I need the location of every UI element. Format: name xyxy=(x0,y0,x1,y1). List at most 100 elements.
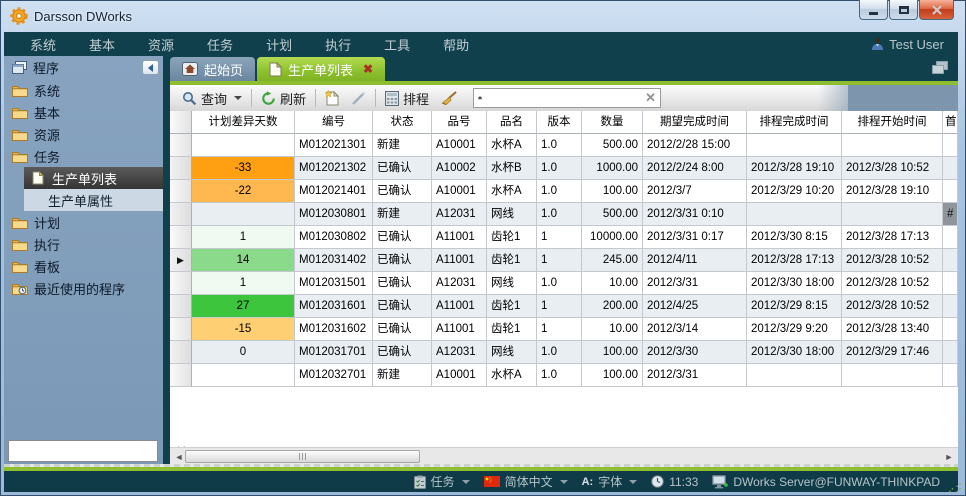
folder-icon xyxy=(11,128,28,141)
language-menu[interactable]: 简体中文 xyxy=(484,473,568,490)
toolbar-separator xyxy=(251,89,252,107)
minimize-button[interactable] xyxy=(859,0,888,20)
table-row[interactable]: -15M012031602已确认A11001齿轮1110.002012/3/14… xyxy=(170,318,958,341)
tab-close-icon[interactable]: ✖ xyxy=(363,62,373,76)
cell-status: 新建 xyxy=(373,203,432,226)
font-label: 字体 xyxy=(598,473,622,490)
menu-item-2[interactable]: 资源 xyxy=(136,32,186,57)
column-header-name[interactable]: 品名 xyxy=(487,111,537,134)
scrollbar-thumb[interactable] xyxy=(185,450,420,463)
menu-item-0[interactable]: 系统 xyxy=(18,32,68,57)
new-button[interactable] xyxy=(319,88,345,108)
status-bar: 任务 简体中文 A: 字体 11:33 xyxy=(4,471,958,492)
column-header-sched_end[interactable]: 排程完成时间 xyxy=(747,111,842,134)
maximize-button[interactable] xyxy=(889,0,918,20)
sidebar-item-9[interactable]: 最近使用的程序 xyxy=(4,277,163,299)
sidebar-item-0[interactable]: 系统 xyxy=(4,79,163,101)
column-header-status[interactable]: 状态 xyxy=(373,111,432,134)
sidebar-item-2[interactable]: 资源 xyxy=(4,123,163,145)
sidebar-item-8[interactable]: 看板 xyxy=(4,255,163,277)
table-row[interactable]: 0M012031701已确认A12031网线1.0100.002012/3/30… xyxy=(170,341,958,364)
status-time: 11:33 xyxy=(669,475,698,489)
cell-diff: 1 xyxy=(192,272,295,295)
menu-item-3[interactable]: 任务 xyxy=(195,32,245,57)
table-row[interactable]: -22M012021401已确认A10001水杯A1.0100.002012/3… xyxy=(170,180,958,203)
clean-button[interactable] xyxy=(435,89,463,108)
scroll-left-icon[interactable]: ◄ xyxy=(172,450,186,463)
cell-no: M012030801 xyxy=(295,203,373,226)
menu-item-6[interactable]: 工具 xyxy=(372,32,422,57)
pencil-icon xyxy=(351,91,366,106)
cell-qty: 1000.00 xyxy=(582,157,643,180)
window-list-icon[interactable] xyxy=(932,61,948,79)
folder-icon xyxy=(11,238,28,251)
table-row[interactable]: ▶14M012031402已确认A11001齿轮11245.002012/4/1… xyxy=(170,249,958,272)
menu-item-5[interactable]: 执行 xyxy=(313,32,363,57)
tab-production-order-list[interactable]: 生产单列表 ✖ xyxy=(257,57,385,81)
cell-item: A12031 xyxy=(432,203,487,226)
query-button[interactable]: 查询 xyxy=(176,87,248,110)
user-badge[interactable]: Test User xyxy=(871,37,958,52)
title-bar[interactable]: Darsson DWorks xyxy=(0,0,966,32)
china-flag-icon xyxy=(484,476,500,487)
column-header-qty[interactable]: 数量 xyxy=(582,111,643,134)
menu-item-1[interactable]: 基本 xyxy=(77,32,127,57)
sidebar-item-4[interactable]: 生产单列表 xyxy=(24,167,163,189)
table-row[interactable]: M012021301新建A10001水杯A1.0500.002012/2/28 … xyxy=(170,134,958,157)
sidebar-item-6[interactable]: 计划 xyxy=(4,211,163,233)
cell-status: 已确认 xyxy=(373,249,432,272)
toolbar-search-input[interactable] xyxy=(486,91,641,105)
sidebar-item-5[interactable]: 生产单属性 xyxy=(24,189,163,211)
column-header-item[interactable]: 品号 xyxy=(432,111,487,134)
menu-item-4[interactable]: 计划 xyxy=(254,32,304,57)
column-header-no[interactable]: 编号 xyxy=(295,111,373,134)
sidebar-item-3[interactable]: 任务 xyxy=(4,145,163,167)
table-row[interactable]: 1M012031501已确认A12031网线1.010.002012/3/312… xyxy=(170,272,958,295)
chevron-down-icon xyxy=(629,480,637,484)
current-row-marker: ▶ xyxy=(170,249,192,272)
column-header-diff[interactable]: 计划差异天数 xyxy=(192,111,295,134)
cell-name: 水杯A xyxy=(487,364,537,387)
binoculars-icon xyxy=(478,92,482,104)
close-button[interactable] xyxy=(919,0,954,20)
grid-body: M012021301新建A10001水杯A1.0500.002012/2/28 … xyxy=(170,134,958,387)
refresh-button[interactable]: 刷新 xyxy=(255,87,312,110)
tab-start-page[interactable]: 起始页 xyxy=(170,57,255,81)
font-menu[interactable]: A: 字体 xyxy=(582,473,638,490)
user-icon xyxy=(871,37,884,51)
sidebar-item-label: 执行 xyxy=(34,235,60,254)
horizontal-scrollbar[interactable]: ◄ ► xyxy=(170,447,958,464)
edit-button[interactable] xyxy=(345,89,372,108)
column-header-extra[interactable]: 首 xyxy=(943,111,958,134)
sidebar-search-input[interactable] xyxy=(17,444,172,458)
column-header-sched_start[interactable]: 排程开始时间 xyxy=(842,111,943,134)
main-panel: 起始页 生产单列表 ✖ xyxy=(170,56,958,464)
sidebar-item-label: 系统 xyxy=(34,81,60,100)
table-row[interactable]: M012032701新建A10001水杯A1.0100.002012/3/31 xyxy=(170,364,958,387)
table-row[interactable]: M012030801新建A12031网线1.0500.002012/3/31 0… xyxy=(170,203,958,226)
sidebar-item-7[interactable]: 执行 xyxy=(4,233,163,255)
scroll-right-icon[interactable]: ► xyxy=(942,450,956,463)
cell-name: 齿轮1 xyxy=(487,295,537,318)
sidebar-collapse-button[interactable] xyxy=(142,60,159,75)
table-row[interactable]: 1M012030802已确认A11001齿轮1110000.002012/3/3… xyxy=(170,226,958,249)
column-header-selector[interactable] xyxy=(170,111,192,134)
column-header-due[interactable]: 期望完成时间 xyxy=(643,111,747,134)
task-menu[interactable]: 任务 xyxy=(414,473,470,490)
cell-name: 网线 xyxy=(487,272,537,295)
menu-item-7[interactable]: 帮助 xyxy=(431,32,481,57)
cell-diff: 27 xyxy=(192,295,295,318)
cell-due: 2012/3/7 xyxy=(643,180,747,203)
chevron-left-icon xyxy=(148,64,153,72)
column-header-ver[interactable]: 版本 xyxy=(537,111,582,134)
schedule-button[interactable]: 排程 xyxy=(379,87,435,110)
menu-items: 系统基本资源任务计划执行工具帮助 xyxy=(4,32,490,57)
folder-icon xyxy=(11,260,28,273)
table-row[interactable]: -33M012021302已确认A10002水杯B1.01000.002012/… xyxy=(170,157,958,180)
cell-sched_end: 2012/3/29 10:20 xyxy=(747,180,842,203)
folder-icon xyxy=(11,282,28,295)
sidebar-item-1[interactable]: 基本 xyxy=(4,101,163,123)
table-row[interactable]: 27M012031601已确认A11001齿轮11200.002012/4/25… xyxy=(170,295,958,318)
toolbar-search-clear-icon[interactable]: ✕ xyxy=(645,90,656,106)
resize-grip[interactable]: ⡠⡪ xyxy=(948,482,963,493)
